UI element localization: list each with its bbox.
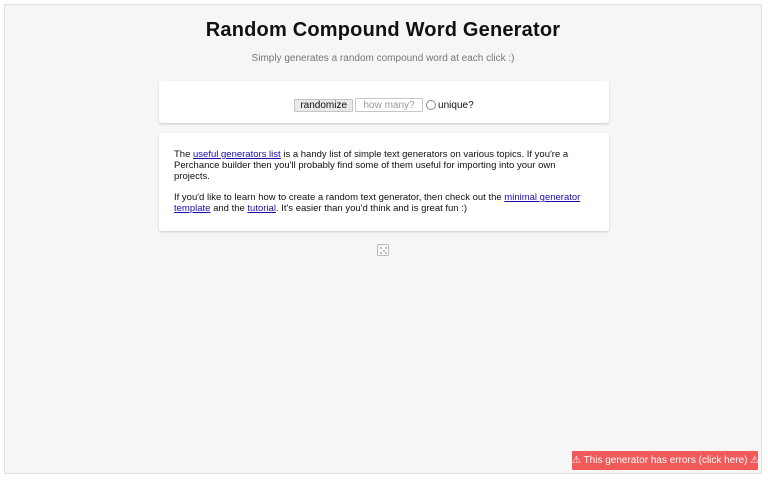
page-frame: Random Compound Word Generator Simply ge… — [4, 4, 762, 474]
generator-errors-banner[interactable]: ⚠ This generator has errors (click here)… — [572, 451, 759, 470]
dice-icon[interactable] — [377, 244, 389, 256]
tutorial-link[interactable]: tutorial — [247, 203, 276, 214]
unique-label: unique? — [438, 99, 474, 111]
controls-card: randomize unique? — [159, 81, 609, 123]
info-paragraph-1: The useful generators list is a handy li… — [174, 149, 594, 182]
unique-checkbox[interactable] — [426, 100, 437, 110]
info-card: The useful generators list is a handy li… — [159, 133, 609, 231]
useful-generators-link[interactable]: useful generators list — [193, 149, 281, 160]
info-text: . It's easier than you'd think and is gr… — [275, 203, 468, 214]
randomize-button[interactable]: randomize — [294, 98, 354, 112]
info-paragraph-2: If you'd like to learn how to create a r… — [174, 192, 594, 214]
info-text: and the — [210, 203, 248, 214]
controls-row: randomize unique? — [159, 98, 609, 112]
how-many-input[interactable] — [355, 98, 424, 112]
info-text: The — [174, 149, 194, 160]
page-title: Random Compound Word Generator — [205, 19, 561, 41]
page-subtitle: Simply generates a random compound word … — [251, 53, 515, 64]
info-text: If you'd like to learn how to create a r… — [174, 192, 505, 203]
